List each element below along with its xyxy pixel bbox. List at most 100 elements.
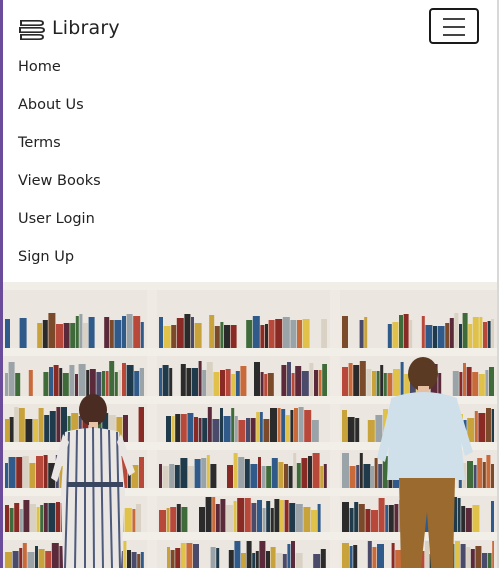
book-spine [123, 541, 127, 568]
nav-link-home[interactable]: Home [18, 48, 101, 86]
book-spine [298, 407, 304, 442]
book-spine [478, 374, 485, 396]
book-spine [201, 458, 207, 488]
book-spine [264, 374, 268, 396]
nav-link-terms[interactable]: Terms [18, 124, 101, 162]
hamburger-menu-icon-bar [443, 34, 465, 36]
book-spine [270, 547, 276, 568]
book-spine [342, 410, 347, 442]
book-spine [475, 546, 482, 568]
book-spine [287, 362, 291, 396]
book-spine [162, 365, 169, 396]
book-spine [192, 368, 198, 396]
navbar-toggle-button[interactable] [429, 8, 479, 44]
book-spine [109, 320, 114, 348]
book-spine [463, 363, 466, 396]
book-spine [122, 316, 126, 348]
navbar-brand[interactable]: Library [17, 13, 120, 43]
book-spine [126, 314, 133, 348]
book-spine [452, 371, 459, 396]
book-spine [377, 544, 384, 568]
book-spine [237, 498, 245, 532]
book-spine [320, 549, 326, 568]
book-spine [9, 508, 14, 532]
book-spine [240, 366, 247, 396]
book-spine [114, 320, 122, 348]
book-spine [5, 463, 8, 488]
book-spine [206, 455, 210, 488]
book-spine [159, 510, 166, 532]
book-spine [123, 415, 128, 442]
book-spine [479, 317, 483, 348]
book-spine [262, 508, 266, 532]
book-spine [284, 464, 288, 488]
book-spine [202, 418, 208, 442]
book-spine [259, 541, 266, 568]
book-spine [38, 408, 44, 442]
book-spine [27, 552, 35, 568]
book-spine [86, 370, 90, 396]
book-spine [5, 319, 10, 348]
book-spine [18, 408, 25, 442]
book-spine [353, 545, 358, 568]
book-spine [372, 371, 376, 396]
book-spine [376, 371, 380, 396]
library-bookshelves-photo [3, 282, 497, 568]
book-spine [270, 408, 277, 442]
book-spine [88, 317, 95, 348]
book-spine [33, 419, 38, 442]
book-spine [449, 318, 454, 348]
book-spine [176, 504, 181, 532]
book-spine [70, 323, 76, 348]
nav-link-user-login[interactable]: User Login [18, 200, 101, 238]
book-spine [284, 500, 289, 532]
book-spine [202, 370, 207, 396]
book-spine [259, 412, 263, 442]
book-spine [457, 498, 461, 532]
book-spine [374, 458, 378, 488]
nav-link-about-us[interactable]: About Us [18, 86, 101, 124]
book-spine [472, 372, 479, 396]
nav-link-sign-up[interactable]: Sign Up [18, 238, 101, 276]
book-spine [258, 457, 261, 488]
book-spine [56, 407, 61, 442]
book-spine [297, 320, 302, 348]
book-spine [474, 411, 478, 442]
book-spine [468, 324, 473, 348]
book-spine [261, 466, 266, 488]
book-spine [140, 552, 144, 568]
book-spine [36, 456, 43, 488]
book-spine [231, 374, 236, 396]
book-spine [266, 466, 272, 488]
book-spine [380, 365, 384, 396]
book-spine [364, 317, 368, 348]
book-spine [367, 420, 375, 442]
book-spine [265, 324, 268, 348]
book-spine [166, 416, 171, 442]
book-spine [358, 504, 365, 532]
book-spine [19, 548, 23, 568]
book-spine [459, 372, 463, 396]
book-spine [5, 552, 12, 568]
book-spine [467, 461, 473, 488]
hero-image [3, 282, 497, 568]
book-spine [199, 507, 205, 532]
book-spine [472, 317, 479, 348]
book-spine [445, 323, 450, 348]
book-spine [9, 417, 14, 442]
book-spine [466, 547, 471, 568]
book-spine [22, 543, 27, 568]
book-spine [181, 507, 188, 532]
book-spine [48, 313, 56, 348]
book-spine [270, 508, 274, 532]
book-spine [19, 318, 27, 348]
book-spine [226, 505, 233, 532]
book-spine [159, 464, 162, 488]
book-spine [169, 368, 173, 396]
book-spine [295, 504, 303, 532]
book-spine [365, 509, 371, 532]
book-spine [96, 372, 102, 396]
nav-link-view-books[interactable]: View Books [18, 162, 101, 200]
book-spine [174, 465, 180, 488]
book-spine [138, 407, 144, 442]
